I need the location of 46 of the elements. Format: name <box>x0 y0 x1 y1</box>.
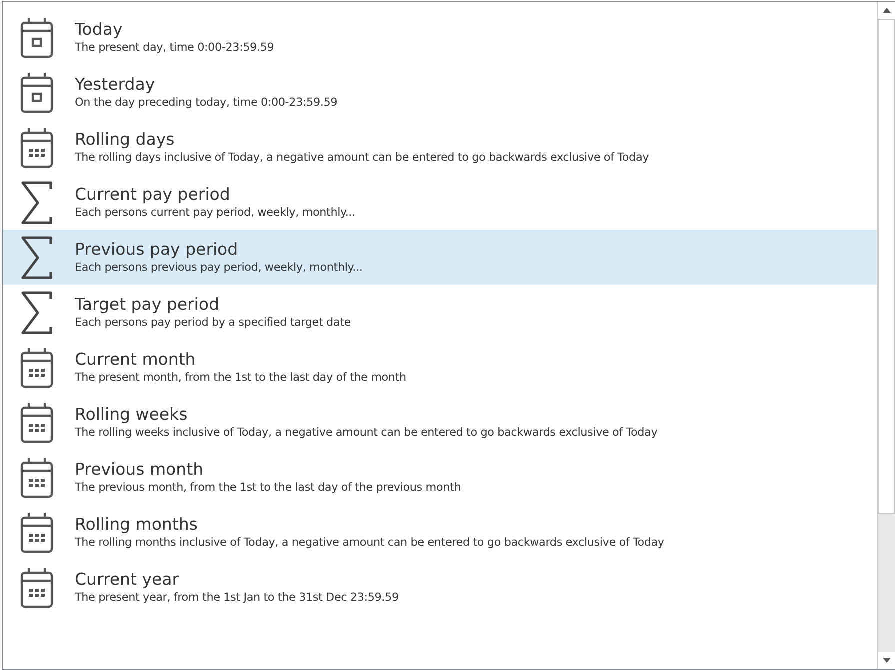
item-title: Rolling weeks <box>75 405 189 425</box>
list-item[interactable]: Current month The present month, from the 1st to the last day of the month <box>3 340 877 395</box>
list-item[interactable]: Yesterday On the day preceding today, time 0:00-23:59.59 <box>3 65 877 120</box>
list-item[interactable]: Target pay period Each persons pay period by a specified target date <box>3 285 877 340</box>
list-item[interactable]: Previous pay period Each persons previous pay period, weekly, monthly... <box>3 230 877 285</box>
item-title: Current month <box>75 350 197 370</box>
list-item[interactable]: Current year The present year, from the 1st Jan to the 31st Dec 23:59.59 <box>3 560 877 615</box>
item-description: The rolling months inclusive of Today, a negative amount can be entered to go backwards exclusive of Today <box>75 535 664 550</box>
calendar-icon <box>20 456 54 498</box>
item-description: The previous month, from the 1st to the last day of the previous month <box>75 480 462 495</box>
item-title: Rolling days <box>75 130 176 150</box>
vertical-scrollbar[interactable] <box>877 2 895 669</box>
calendar-icon <box>20 16 54 58</box>
item-description: Each persons current pay period, weekly, monthly... <box>75 205 356 220</box>
item-description: The present year, from the 1st Jan to the 31st Dec 23:59.59 <box>75 590 399 605</box>
item-description: Each persons pay period by a specified target date <box>75 315 351 330</box>
list-item[interactable]: Today The present day, time 0:00-23:59.59 <box>3 10 877 65</box>
list-item[interactable]: Current pay period Each persons current pay period, weekly, monthly... <box>3 175 877 230</box>
item-title: Rolling months <box>75 515 199 535</box>
calendar-icon <box>20 346 54 388</box>
item-title: Today <box>75 20 124 40</box>
scrollbar-thumb[interactable] <box>878 19 895 514</box>
list-item[interactable]: Rolling weeks The rolling weeks inclusive of Today, a negative amount can be entered to go backwards exclusive of Today <box>3 395 877 450</box>
sigma-icon <box>20 290 54 334</box>
item-title: Target pay period <box>75 295 220 315</box>
item-title: Previous month <box>75 460 205 480</box>
item-description: The present day, time 0:00-23:59.59 <box>75 40 274 55</box>
item-title: Previous pay period <box>75 240 240 260</box>
list-item[interactable]: Rolling days The rolling days inclusive of Today, a negative amount can be entered to go backwards exclusive of Today <box>3 120 877 175</box>
sigma-icon <box>20 180 54 224</box>
calendar-icon <box>20 72 54 114</box>
item-title: Yesterday <box>75 75 156 95</box>
item-description: On the day preceding today, time 0:00-23:59.59 <box>75 95 338 110</box>
item-description: The present month, from the 1st to the last day of the month <box>75 370 406 385</box>
calendar-icon <box>20 126 54 168</box>
item-title: Current year <box>75 570 180 590</box>
item-description: The rolling days inclusive of Today, a negative amount can be entered to go backwards exclusive of Today <box>75 150 650 165</box>
list-item[interactable]: Rolling months The rolling months inclusive of Today, a negative amount can be entered to go backwards exclusive of Today <box>3 505 877 560</box>
item-description: The rolling weeks inclusive of Today, a negative amount can be entered to go backwards exclusive of Today <box>75 425 658 440</box>
item-description: Each persons previous pay period, weekly, monthly... <box>75 260 363 275</box>
list-item[interactable]: Previous month The previous month, from the 1st to the last day of the previous month <box>3 450 877 505</box>
calendar-icon <box>20 566 54 608</box>
item-title: Current pay period <box>75 185 232 205</box>
calendar-icon <box>20 402 54 444</box>
calendar-icon <box>20 512 54 554</box>
sigma-icon <box>20 236 54 280</box>
